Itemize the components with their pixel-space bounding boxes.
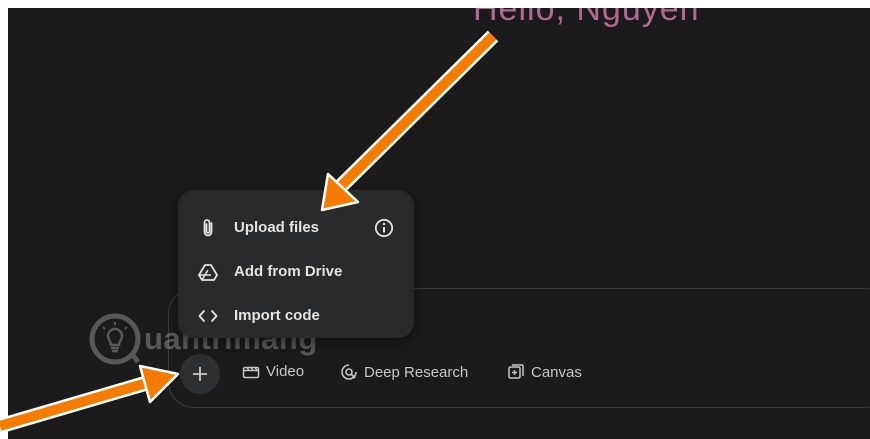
- tool-canvas-label: Canvas: [531, 363, 582, 381]
- info-icon[interactable]: [374, 218, 394, 238]
- code-icon: [198, 306, 218, 326]
- menu-item-import-code[interactable]: Import code: [178, 296, 414, 336]
- menu-item-add-from-drive-label: Add from Drive: [234, 263, 343, 280]
- menu-item-add-from-drive[interactable]: Add from Drive: [178, 252, 414, 292]
- tool-canvas-button[interactable]: Canvas: [507, 363, 582, 381]
- tool-deep-research-label: Deep Research: [364, 363, 469, 381]
- app-screen: Hello, Nguyen Video Deep Research Canvas: [8, 8, 870, 439]
- menu-item-upload-files-label: Upload files: [234, 219, 320, 236]
- canvas-icon: [508, 364, 524, 379]
- greeting-text: Hello, Nguyen: [473, 8, 700, 28]
- attachment-menu: Upload files Add from Drive Import code: [178, 190, 414, 338]
- menu-item-import-code-label: Import code: [234, 307, 320, 324]
- drive-icon: [198, 262, 218, 282]
- tool-deep-research-button[interactable]: Deep Research: [340, 363, 468, 381]
- deep-research-icon: [341, 364, 357, 380]
- lightbulb-logo-icon: [89, 313, 141, 365]
- menu-item-upload-files[interactable]: Upload files: [178, 208, 414, 248]
- paperclip-icon: [198, 218, 218, 238]
